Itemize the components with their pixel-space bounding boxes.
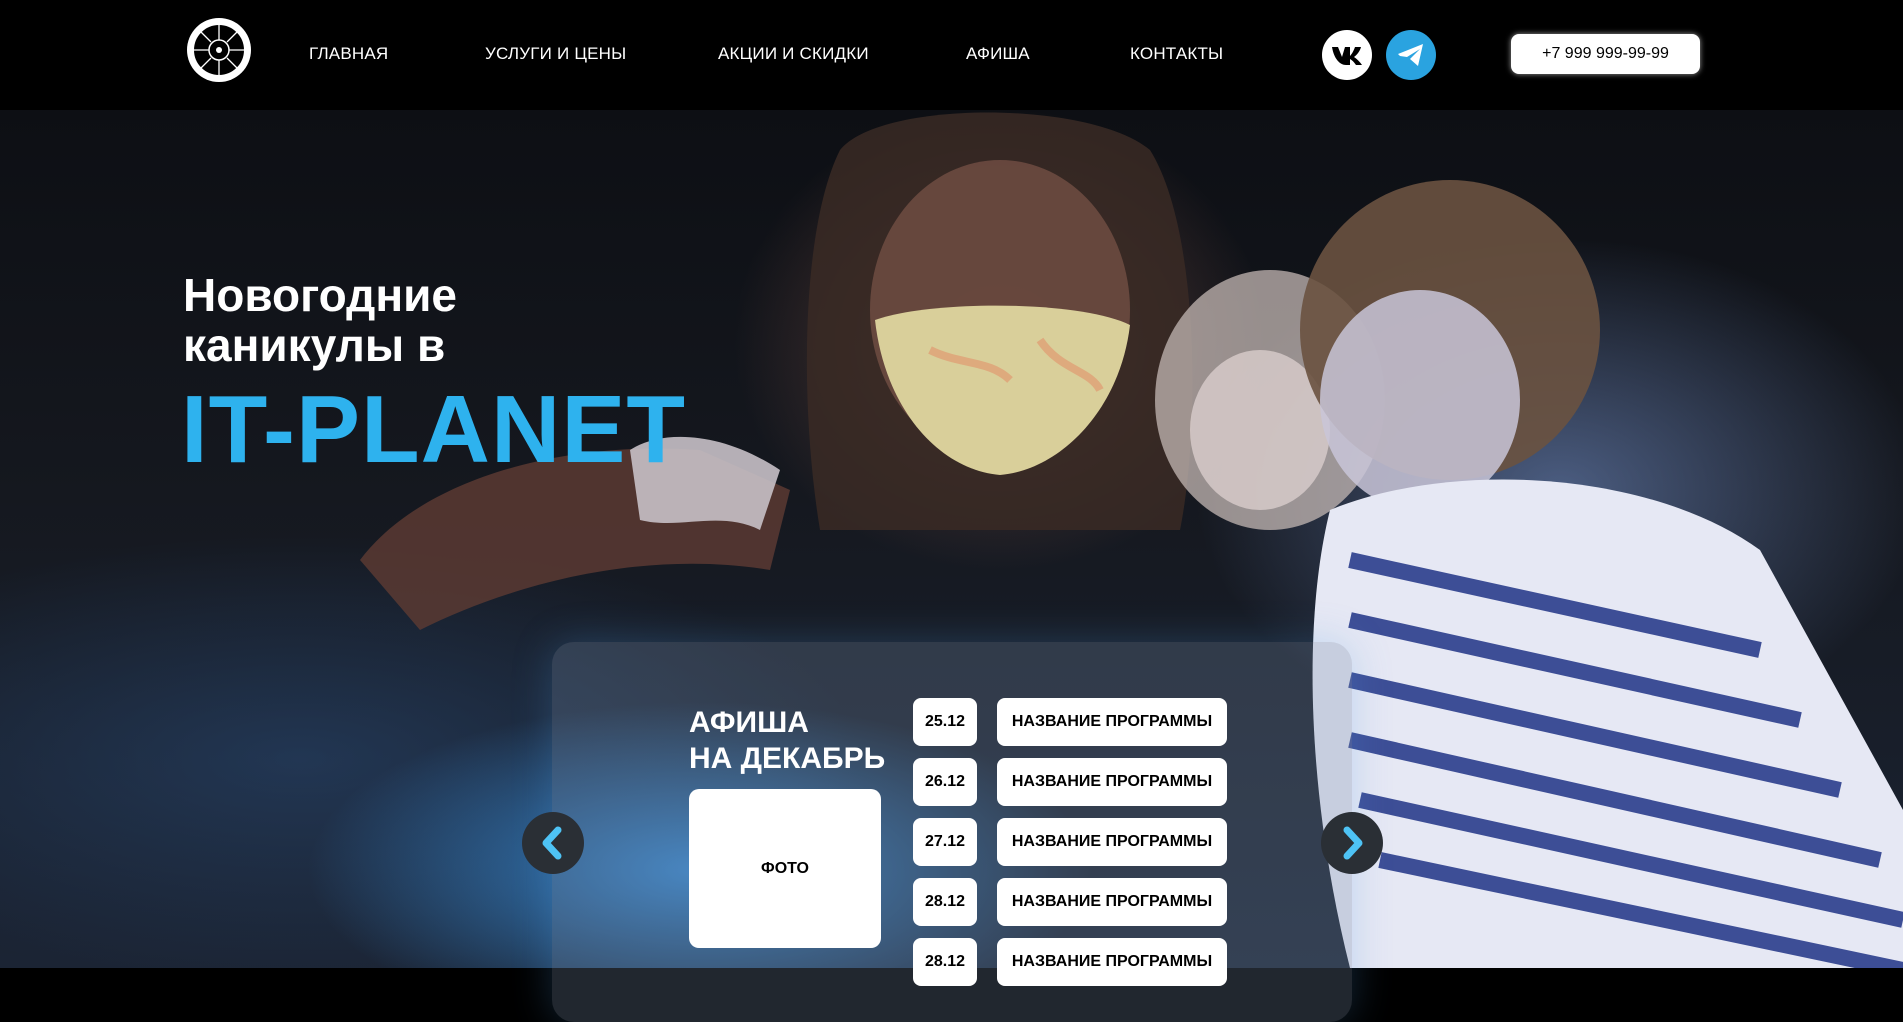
- event-program-button[interactable]: НАЗВАНИЕ ПРОГРАММЫ: [997, 758, 1227, 806]
- logo-icon[interactable]: [187, 18, 251, 82]
- event-date[interactable]: 28.12: [913, 938, 977, 986]
- afisha-title: АФИША НА ДЕКАБРЬ: [689, 705, 885, 777]
- event-program-button[interactable]: НАЗВАНИЕ ПРОГРАММЫ: [997, 698, 1227, 746]
- chevron-left-icon: [542, 826, 562, 860]
- event-program-button[interactable]: НАЗВАНИЕ ПРОГРАММЫ: [997, 878, 1227, 926]
- telegram-icon[interactable]: [1386, 30, 1436, 80]
- brand-name: IT-PLANET: [181, 376, 686, 483]
- hero-title-line1: Новогодние: [183, 269, 457, 321]
- carousel-next-button[interactable]: [1321, 812, 1383, 874]
- nav-item-services[interactable]: УСЛУГИ И ЦЕНЫ: [485, 44, 626, 64]
- hero-title: Новогодние каникулы в: [183, 270, 457, 370]
- nav-item-promotions[interactable]: АКЦИИ И СКИДКИ: [718, 44, 869, 64]
- event-date[interactable]: 26.12: [913, 758, 977, 806]
- event-program-button[interactable]: НАЗВАНИЕ ПРОГРАММЫ: [997, 818, 1227, 866]
- event-photo-placeholder: ФОТО: [689, 789, 881, 948]
- event-program-button[interactable]: НАЗВАНИЕ ПРОГРАММЫ: [997, 938, 1227, 986]
- event-date[interactable]: 27.12: [913, 818, 977, 866]
- afisha-title-line2: НА ДЕКАБРЬ: [689, 742, 886, 775]
- nav-item-home[interactable]: ГЛАВНАЯ: [309, 44, 388, 64]
- event-date[interactable]: 28.12: [913, 878, 977, 926]
- phone-button[interactable]: +7 999 999-99-99: [1511, 34, 1700, 74]
- nav-item-afisha[interactable]: АФИША: [966, 44, 1030, 64]
- nav-item-contacts[interactable]: КОНТАКТЫ: [1130, 44, 1223, 64]
- afisha-title-line1: АФИША: [689, 706, 809, 739]
- event-date[interactable]: 25.12: [913, 698, 977, 746]
- carousel-prev-button[interactable]: [522, 812, 584, 874]
- site-header: ГЛАВНАЯ УСЛУГИ И ЦЕНЫ АКЦИИ И СКИДКИ АФИ…: [0, 0, 1903, 110]
- chevron-right-icon: [1343, 826, 1363, 860]
- vk-icon[interactable]: [1322, 30, 1372, 80]
- hero-title-line2: каникулы в: [183, 319, 446, 371]
